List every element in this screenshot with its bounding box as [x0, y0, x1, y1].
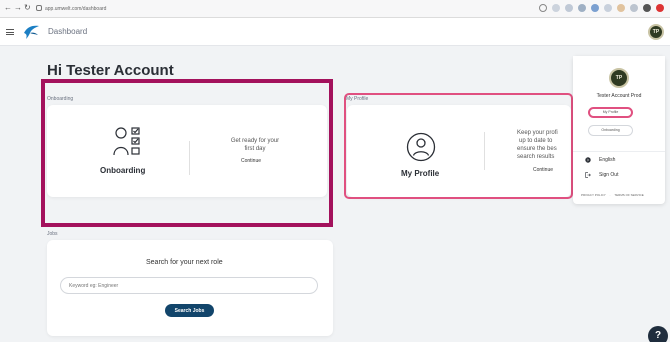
address-bar[interactable]: app.umwelt.com/dashboard — [36, 3, 106, 15]
browser-menu-icon[interactable] — [656, 4, 664, 12]
panel-profile-section: TP Tester Account Prod My Profile Onboar… — [573, 56, 665, 152]
extension-icon[interactable] — [591, 4, 599, 12]
extension-icon[interactable] — [617, 4, 625, 12]
panel-footer-links: PRIVACY POLICY · TERMS OF SERVICE — [581, 193, 644, 197]
browser-extensions — [539, 4, 664, 12]
account-dropdown-panel: TP Tester Account Prod My Profile Onboar… — [573, 56, 665, 204]
sign-out-label: Sign Out — [599, 172, 619, 178]
help-button[interactable]: ? — [648, 326, 668, 342]
language-menu-item[interactable]: English — [585, 157, 615, 163]
language-label: English — [599, 157, 616, 163]
lock-icon — [36, 5, 42, 11]
terms-of-service-link[interactable]: TERMS OF SERVICE — [614, 193, 643, 197]
search-jobs-button[interactable]: Search Jobs — [165, 304, 214, 317]
onboarding-button[interactable]: Onboarding — [588, 125, 633, 136]
panel-user-name: Tester Account Prod — [596, 93, 642, 99]
back-icon[interactable]: ← — [4, 3, 12, 12]
extension-icon[interactable] — [604, 4, 612, 12]
jobs-card: Search for your next role Search Jobs — [47, 240, 333, 336]
greeting-heading: Hi Tester Account — [47, 62, 174, 79]
sign-out-menu-item[interactable]: Sign Out — [585, 172, 618, 178]
star-icon[interactable] — [539, 4, 547, 12]
extension-icon[interactable] — [565, 4, 573, 12]
my-profile-button[interactable]: My Profile — [588, 107, 633, 118]
menu-icon[interactable] — [6, 29, 14, 35]
logout-icon — [585, 172, 591, 178]
profile-icon[interactable] — [643, 4, 651, 12]
footer-separator: · — [609, 193, 611, 197]
jobs-section-label: Jobs — [47, 231, 58, 237]
extension-icon[interactable] — [578, 4, 586, 12]
browser-toolbar: ← → ↻ app.umwelt.com/dashboard — [0, 0, 670, 18]
jobs-search-title: Search for your next role — [146, 259, 223, 266]
profile-highlight-frame — [344, 93, 573, 199]
app-header: Dashboard TP — [0, 18, 670, 46]
brand-logo[interactable] — [22, 24, 40, 45]
reload-icon[interactable]: ↻ — [24, 3, 31, 12]
app-title: Dashboard — [48, 27, 88, 36]
forward-icon[interactable]: → — [14, 3, 22, 12]
extension-icon[interactable] — [552, 4, 560, 12]
globe-icon — [585, 157, 591, 163]
address-text: app.umwelt.com/dashboard — [45, 6, 107, 12]
keyword-search-input[interactable] — [60, 277, 318, 294]
onboarding-highlight-frame — [41, 79, 333, 227]
puzzle-icon[interactable] — [630, 4, 638, 12]
privacy-policy-link[interactable]: PRIVACY POLICY — [581, 193, 606, 197]
user-avatar-button[interactable]: TP — [648, 24, 664, 40]
panel-avatar: TP — [609, 68, 629, 88]
